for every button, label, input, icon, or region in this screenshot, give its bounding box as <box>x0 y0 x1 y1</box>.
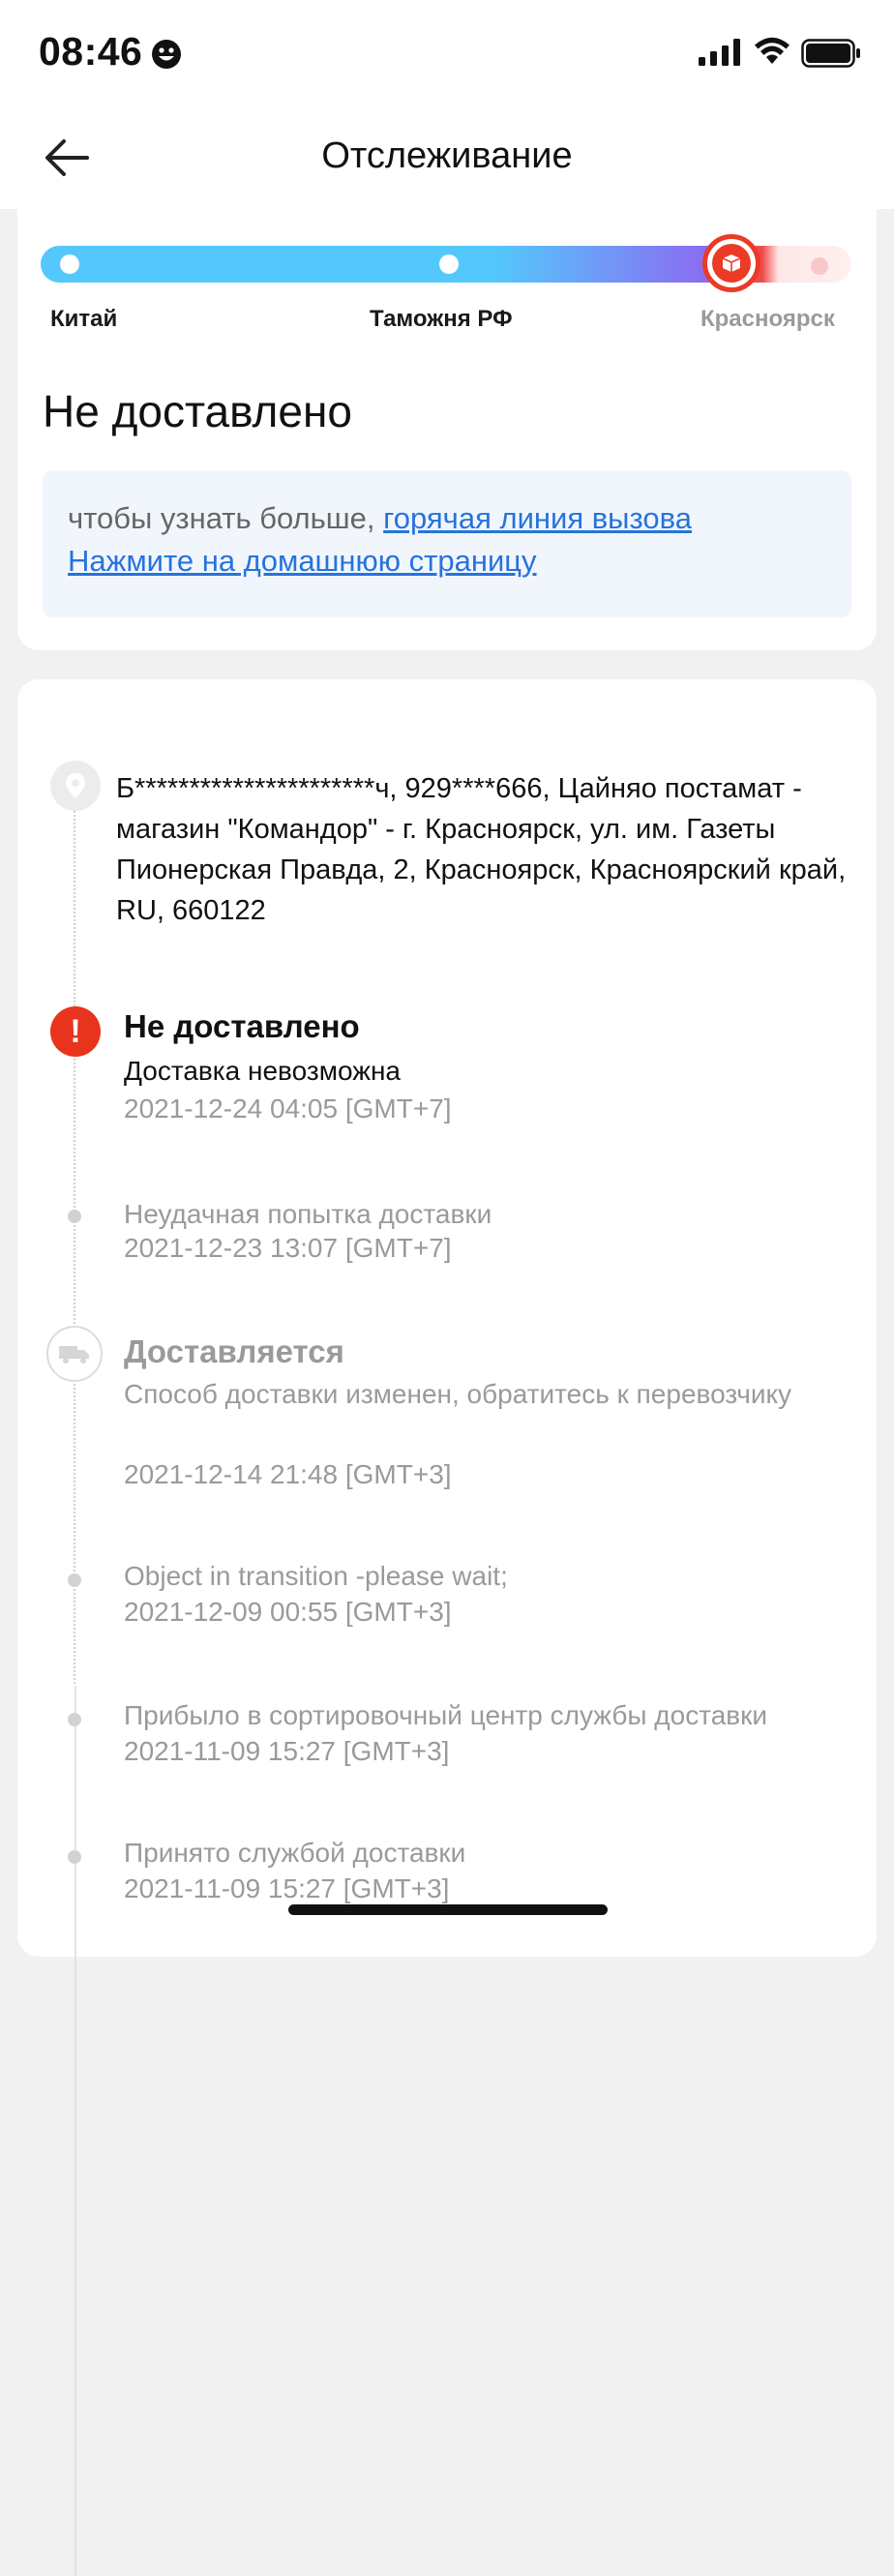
stage-dot-customs <box>439 255 459 274</box>
timeline-dotted-line <box>74 784 75 1684</box>
event-time: 2021-11-09 15:27 [GMT+3] <box>124 1873 450 1903</box>
delivery-address: Б**********************ч, 929****666, Ца… <box>116 773 847 926</box>
location-pin-icon <box>50 761 101 811</box>
smiley-icon <box>152 40 181 69</box>
wifi-icon <box>755 37 790 64</box>
event-description: Способ доставки изменен, обратитесь к пе… <box>124 1379 792 1409</box>
tracking-timeline-card: Б**********************ч, 929****666, Ца… <box>17 679 877 2576</box>
event-description: Принято службой доставки <box>124 1838 466 1868</box>
event-time: 2021-12-14 21:48 [GMT+3] <box>124 1459 452 1489</box>
final-stage-dot <box>811 257 828 275</box>
alert-icon: ! <box>50 1006 101 1057</box>
event-dot <box>68 1850 81 1864</box>
event-time: 2021-11-09 15:27 [GMT+3] <box>124 1736 450 1766</box>
event-description: Неудачная попытка доставки <box>124 1199 492 1229</box>
event-dot <box>68 1573 81 1587</box>
hotline-link[interactable]: горячая линия вызова <box>383 501 692 535</box>
event-dot <box>68 1713 81 1726</box>
event-description: Прибыло в сортировочный центр службы дос… <box>124 1700 768 1730</box>
home-indicator[interactable] <box>288 1904 608 1915</box>
timeline-line <box>74 1686 76 2576</box>
status-time: 08:46 <box>39 29 143 74</box>
event-dot <box>68 1210 81 1223</box>
cellular-signal-icon <box>699 39 740 66</box>
battery-icon <box>801 39 860 68</box>
event-description: Доставка невозможна <box>124 1056 401 1086</box>
info-box: чтобы узнать больше, горячая линия вызов… <box>43 470 851 617</box>
event-time: 2021-12-24 04:05 [GMT+7] <box>124 1093 452 1123</box>
stage-label-customs: Таможня РФ <box>370 306 513 332</box>
progress-card: Китай Таможня РФ Красноярск Не доставлен… <box>17 209 877 650</box>
info-line: чтобы узнать больше, горячая линия вызов… <box>68 501 692 536</box>
stage-label-krasnoyarsk: Красноярск <box>700 306 835 332</box>
event-title: Не доставлено <box>124 1008 360 1044</box>
info-text: чтобы узнать больше, <box>68 501 384 535</box>
event-time: 2021-12-23 13:07 [GMT+7] <box>124 1233 452 1263</box>
stage-label-china: Китай <box>50 306 118 332</box>
delivery-status: Не доставлено <box>43 386 352 436</box>
event-description: Object in transition -please wait; <box>124 1561 508 1591</box>
event-time: 2021-12-09 00:55 [GMT+3] <box>124 1597 452 1627</box>
page-title: Отслеживание <box>321 135 573 176</box>
event-title: Доставляется <box>124 1333 344 1369</box>
homepage-link[interactable]: Нажмите на домашнюю страницу <box>68 544 537 578</box>
current-stage-marker <box>702 234 760 292</box>
header-area: 08:46 Отслеживание <box>0 0 894 209</box>
package-icon <box>722 255 741 272</box>
truck-icon <box>46 1326 103 1382</box>
stage-dot-china <box>60 255 79 274</box>
